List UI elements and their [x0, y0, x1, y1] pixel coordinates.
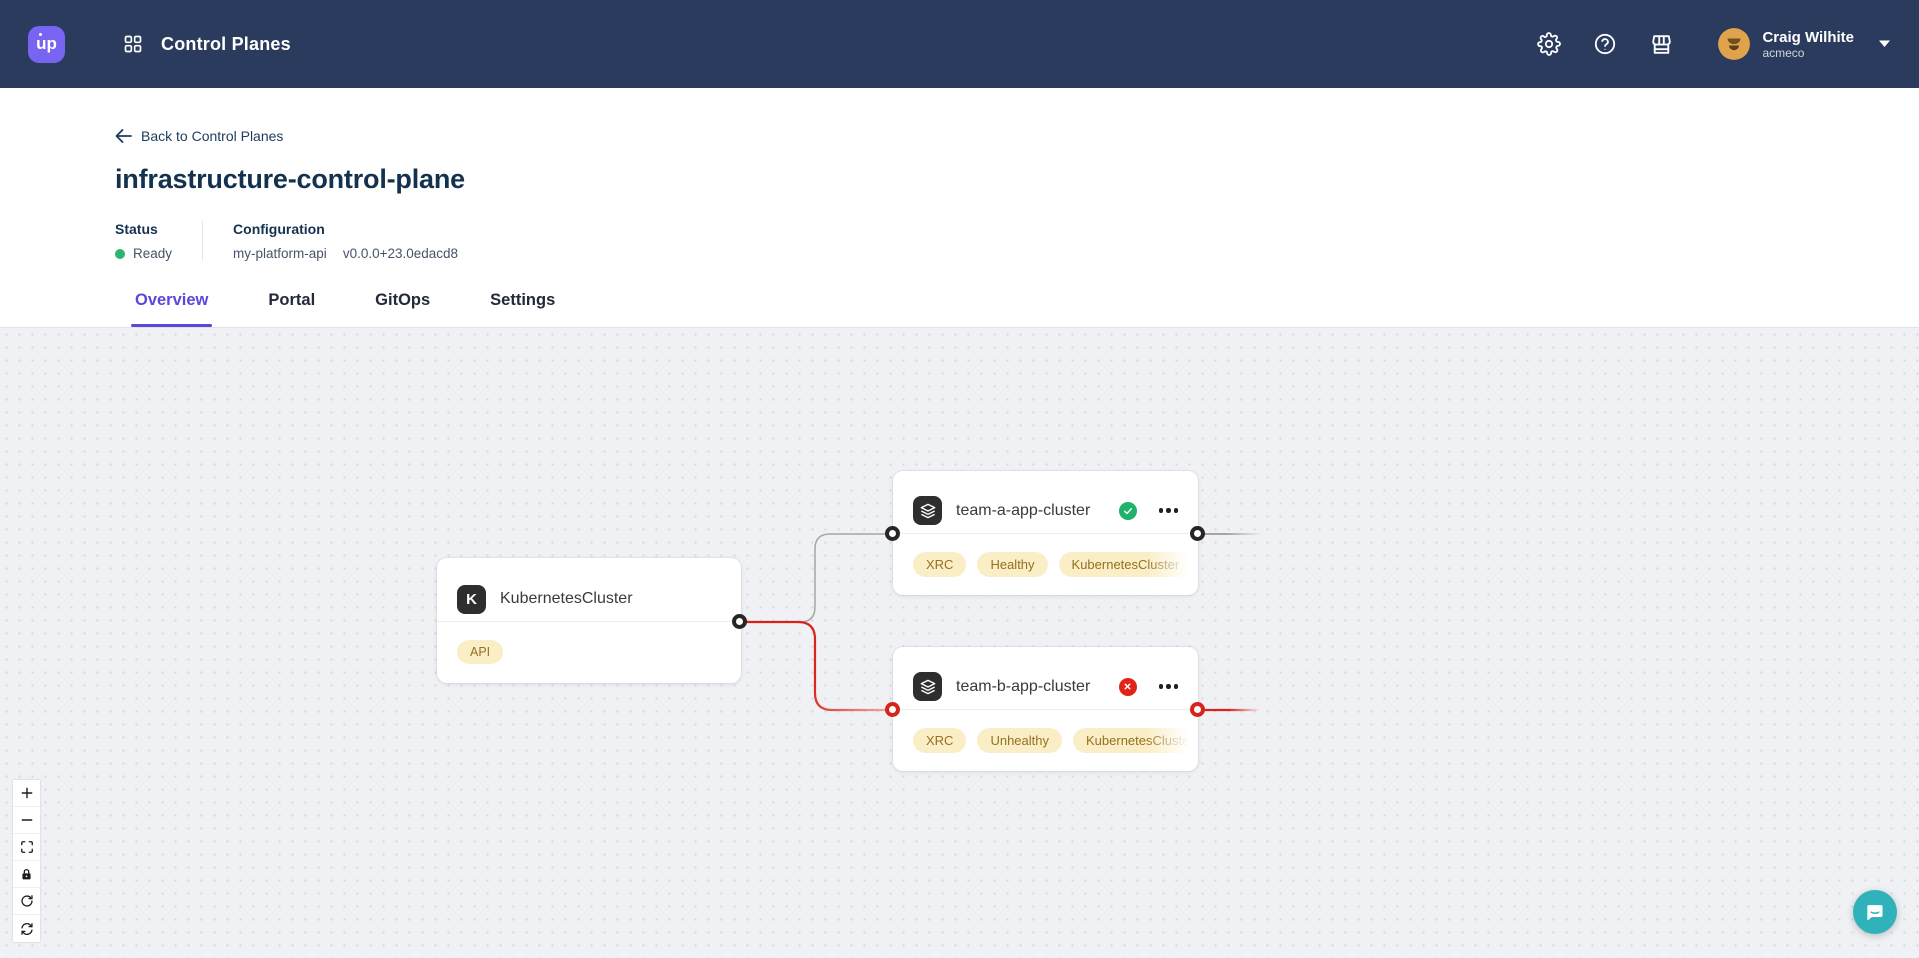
- sync-button[interactable]: [13, 915, 40, 942]
- chat-launcher-button[interactable]: [1853, 890, 1897, 934]
- layers-icon: [913, 496, 942, 525]
- handle-team-a-right[interactable]: [1190, 526, 1205, 541]
- user-name: Craig Wilhite: [1762, 29, 1854, 47]
- node-title: team-b-app-cluster: [956, 678, 1105, 696]
- arrow-left-icon: [115, 129, 132, 143]
- zoom-out-button[interactable]: [13, 807, 40, 834]
- more-menu-icon[interactable]: [1157, 680, 1181, 693]
- node-team-b-app-cluster[interactable]: team-b-app-cluster XRC Unhealthy Kuberne…: [893, 647, 1198, 771]
- settings-gear-icon[interactable]: [1536, 31, 1562, 57]
- edge-k-to-team-a: [740, 534, 893, 622]
- more-menu-icon[interactable]: [1157, 504, 1181, 517]
- graph-edges: [0, 328, 1919, 958]
- tag-unhealthy: Unhealthy: [977, 728, 1062, 753]
- status-block: Status Ready: [115, 221, 202, 261]
- control-plane-title: infrastructure-control-plane: [115, 164, 1919, 195]
- configuration-label: Configuration: [233, 221, 458, 237]
- logo-dot: [39, 33, 42, 36]
- handle-team-b-right[interactable]: [1190, 702, 1205, 717]
- configuration-version: v0.0.0+23.0edacd8: [343, 246, 458, 261]
- tab-gitops[interactable]: GitOps: [371, 291, 434, 327]
- user-org: acmeco: [1762, 47, 1854, 60]
- lock-button[interactable]: [13, 861, 40, 888]
- graph-canvas[interactable]: K KubernetesCluster API team-a-app-clust…: [0, 327, 1919, 958]
- node-title: team-a-app-cluster: [956, 502, 1105, 520]
- marketplace-icon[interactable]: [1648, 31, 1674, 57]
- node-team-a-app-cluster[interactable]: team-a-app-cluster XRC Healthy Kubernete…: [893, 471, 1198, 595]
- top-navbar: up Control Planes: [0, 0, 1919, 88]
- configuration-block: Configuration my-platform-api v0.0.0+23.…: [202, 221, 488, 261]
- status-dot: [115, 249, 125, 259]
- layers-icon: [913, 672, 942, 701]
- letter-k-icon: K: [457, 585, 486, 614]
- avatar: [1718, 28, 1750, 60]
- canvas-controls: [13, 780, 40, 942]
- back-link-label: Back to Control Planes: [141, 128, 283, 144]
- node-kubernetescluster[interactable]: K KubernetesCluster API: [437, 558, 741, 683]
- tab-portal[interactable]: Portal: [264, 291, 319, 327]
- tag-xrc: XRC: [913, 728, 966, 753]
- edge-k-to-team-b: [740, 622, 893, 710]
- tag-kubernetescluster: KubernetesCluster: [1059, 552, 1193, 577]
- tab-bar: Overview Portal GitOps Settings: [131, 291, 559, 327]
- chat-bubble-icon: [1864, 901, 1886, 923]
- chevron-down-icon: [1878, 35, 1891, 53]
- page-title-navbar: Control Planes: [161, 34, 291, 55]
- page-header: Back to Control Planes infrastructure-co…: [0, 88, 1919, 327]
- rotate-button[interactable]: [13, 888, 40, 915]
- tag-kubernetescluster: KubernetesCluster: [1073, 728, 1198, 753]
- handle-team-b-left[interactable]: [885, 702, 900, 717]
- meta-row: Status Ready Configuration my-platform-a…: [115, 221, 1919, 261]
- apps-grid-icon[interactable]: [123, 34, 143, 54]
- tag-healthy: Healthy: [977, 552, 1047, 577]
- tab-overview[interactable]: Overview: [131, 291, 212, 327]
- status-label: Status: [115, 221, 172, 237]
- help-icon[interactable]: [1592, 31, 1618, 57]
- upbound-logo[interactable]: up: [28, 26, 65, 63]
- healthy-check-badge: [1119, 502, 1137, 520]
- node-title: KubernetesCluster: [500, 590, 723, 608]
- configuration-name[interactable]: my-platform-api: [233, 246, 327, 261]
- handle-kubernetescluster-right[interactable]: [732, 614, 747, 629]
- unhealthy-x-badge: [1119, 678, 1137, 696]
- logo-text: up: [36, 34, 57, 54]
- handle-team-a-left[interactable]: [885, 526, 900, 541]
- back-link[interactable]: Back to Control Planes: [115, 88, 283, 144]
- tag-api: API: [457, 640, 503, 664]
- status-value: Ready: [133, 246, 172, 261]
- tab-settings[interactable]: Settings: [486, 291, 559, 327]
- tag-xrc: XRC: [913, 552, 966, 577]
- zoom-in-button[interactable]: [13, 780, 40, 807]
- user-menu[interactable]: Craig Wilhite acmeco: [1718, 28, 1891, 60]
- fit-view-button[interactable]: [13, 834, 40, 861]
